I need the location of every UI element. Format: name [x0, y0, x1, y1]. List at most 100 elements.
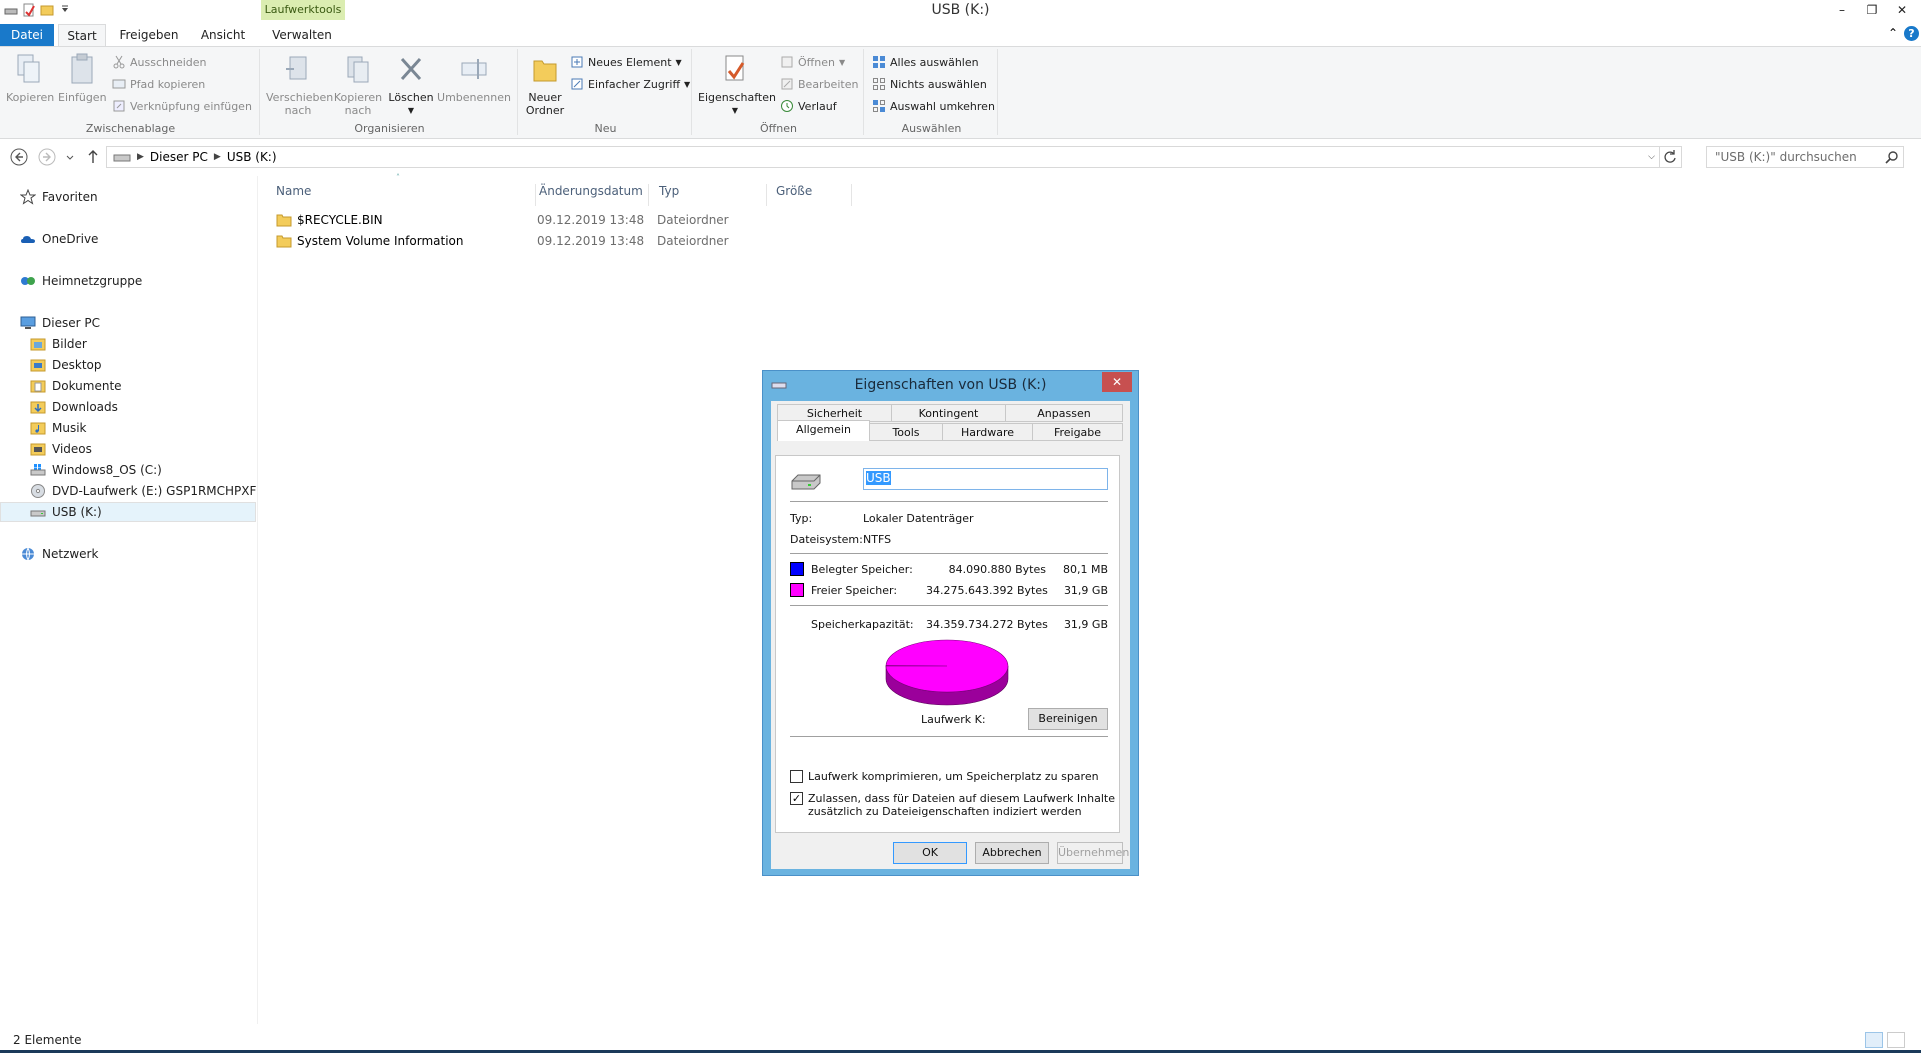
- nav-dokumente[interactable]: Dokumente: [0, 376, 256, 396]
- dialog-close-button[interactable]: ✕: [1102, 372, 1132, 392]
- tab-freigeben[interactable]: Freigeben: [112, 24, 186, 46]
- recent-locations-icon[interactable]: [64, 148, 76, 166]
- nav-downloads[interactable]: Downloads: [0, 397, 256, 417]
- drive-name-input[interactable]: USB: [863, 468, 1108, 490]
- new-folder-button[interactable]: Neuer Ordner: [524, 53, 566, 117]
- nav-windows8-os[interactable]: Windows8_OS (C:): [0, 460, 256, 480]
- folder-icon: [276, 235, 292, 248]
- new-item-button[interactable]: Neues Element ▼: [570, 55, 682, 69]
- drive-icon[interactable]: [4, 3, 18, 17]
- properties-icon[interactable]: [22, 3, 36, 17]
- general-tab-panel: USB Typ: Lokaler Datenträger Dateisystem…: [775, 455, 1120, 833]
- nav-musik[interactable]: Musik: [0, 418, 256, 438]
- nav-label-favoriten: Favoriten: [42, 190, 98, 204]
- nav-onedrive[interactable]: OneDrive: [0, 229, 256, 249]
- search-input[interactable]: "USB (K:)" durchsuchen: [1706, 146, 1904, 168]
- details-view-icon[interactable]: [1865, 1032, 1883, 1048]
- tab-ansicht[interactable]: Ansicht: [192, 24, 254, 46]
- compress-checkbox[interactable]: [790, 770, 803, 783]
- breadcrumb-dieser-pc[interactable]: Dieser PC: [150, 150, 208, 164]
- file-row[interactable]: System Volume Information 09.12.2019 13:…: [262, 231, 962, 251]
- nav-videos[interactable]: Videos: [0, 439, 256, 459]
- paste-shortcut-button[interactable]: Verknüpfung einfügen: [112, 99, 252, 113]
- select-none-button[interactable]: Nichts auswählen: [872, 77, 987, 91]
- close-window-button[interactable]: ✕: [1887, 0, 1917, 20]
- collapse-ribbon-icon[interactable]: ⌃: [1888, 26, 1898, 41]
- tab-allgemein[interactable]: Allgemein: [777, 420, 870, 441]
- dialog-title-bar[interactable]: Eigenschaften von USB (K:) ✕: [763, 371, 1138, 399]
- nav-usb-k[interactable]: USB (K:): [0, 502, 256, 522]
- tab-anpassen[interactable]: Anpassen: [1005, 404, 1123, 422]
- nav-favoriten[interactable]: Favoriten: [0, 187, 256, 207]
- nav-desktop[interactable]: Desktop: [0, 355, 256, 375]
- nav-heimnetzgruppe[interactable]: Heimnetzgruppe: [0, 271, 256, 291]
- back-icon[interactable]: [10, 148, 28, 166]
- breadcrumb-separator-icon[interactable]: ▶: [214, 152, 221, 162]
- cut-button[interactable]: Ausschneiden: [112, 55, 207, 69]
- select-all-button[interactable]: Alles auswählen: [872, 55, 979, 69]
- breadcrumb-separator-icon[interactable]: ▶: [137, 152, 144, 162]
- tab-hardware[interactable]: Hardware: [942, 423, 1033, 441]
- paste-button[interactable]: Einfügen: [58, 53, 107, 104]
- chevron-down-icon[interactable]: [58, 3, 72, 17]
- invert-selection-button[interactable]: Auswahl umkehren: [872, 99, 995, 113]
- free-space-label: Freier Speicher:: [811, 584, 898, 597]
- tab-verwalten[interactable]: Verwalten: [264, 24, 340, 46]
- group-label-auswaehlen: Auswählen: [901, 122, 962, 135]
- group-neu: Neuer Ordner Neues Element ▼ Einfacher Zu…: [520, 49, 692, 135]
- history-button[interactable]: Verlauf: [780, 99, 837, 113]
- cleanup-button[interactable]: Bereinigen: [1028, 708, 1108, 730]
- file-row[interactable]: $RECYCLE.BIN 09.12.2019 13:48 Dateiordne…: [262, 210, 962, 230]
- minimize-button[interactable]: –: [1827, 0, 1857, 20]
- easy-access-button[interactable]: Einfacher Zugriff ▼: [570, 77, 690, 91]
- nav-bilder[interactable]: Bilder: [0, 334, 256, 354]
- search-icon[interactable]: [1885, 150, 1899, 164]
- edit-button[interactable]: Bearbeiten: [780, 77, 858, 91]
- tab-tools[interactable]: Tools: [869, 423, 943, 441]
- apply-button[interactable]: Übernehmen: [1057, 842, 1129, 864]
- scissors-icon: [113, 55, 125, 69]
- address-bar[interactable]: ▶ Dieser PC ▶ USB (K:) ⌵: [106, 146, 1660, 168]
- status-bar: 2 Elemente: [0, 1029, 1921, 1051]
- new-folder-label-2: Ordner: [525, 104, 565, 117]
- large-icons-view-icon[interactable]: [1887, 1032, 1905, 1048]
- tab-kontingent[interactable]: Kontingent: [891, 404, 1006, 422]
- nav-dvd-laufwerk[interactable]: DVD-Laufwerk (E:) GSP1RMCHPXFRER_: [0, 481, 256, 501]
- properties-button[interactable]: Eigenschaften ▼: [698, 53, 776, 117]
- refresh-button[interactable]: [1660, 146, 1682, 168]
- usb-drive-icon: [30, 510, 46, 517]
- open-button[interactable]: Öffnen ▼: [780, 55, 845, 69]
- help-icon[interactable]: ?: [1904, 26, 1919, 41]
- nav-dieser-pc[interactable]: Dieser PC: [0, 313, 256, 333]
- copy-path-button[interactable]: Pfad kopieren: [112, 77, 205, 91]
- nav-netzwerk[interactable]: Netzwerk: [0, 544, 256, 564]
- address-history-chevron-icon[interactable]: ⌵: [1648, 152, 1655, 162]
- column-header-type[interactable]: Typ: [657, 184, 767, 206]
- breadcrumb-usb[interactable]: USB (K:): [227, 150, 277, 164]
- cancel-button[interactable]: Abbrechen: [975, 842, 1049, 864]
- tab-datei[interactable]: Datei: [0, 24, 54, 46]
- delete-button[interactable]: Löschen ▼: [388, 53, 434, 117]
- file-date: 09.12.2019 13:48: [537, 213, 645, 227]
- copy-to-button[interactable]: Kopieren nach: [332, 53, 384, 117]
- drive-icon: [113, 154, 131, 162]
- copy-button[interactable]: Kopieren: [6, 53, 54, 104]
- tab-start[interactable]: Start: [58, 24, 106, 46]
- restore-button[interactable]: ❐: [1857, 0, 1887, 20]
- delete-dropdown-icon[interactable]: ▼: [388, 104, 434, 117]
- column-header-size[interactable]: Größe: [774, 184, 852, 206]
- move-to-button[interactable]: Verschieben nach: [266, 53, 333, 117]
- new-folder-icon[interactable]: [40, 3, 54, 17]
- ok-button[interactable]: OK: [893, 842, 967, 864]
- column-header-date[interactable]: Änderungsdatum: [537, 184, 649, 206]
- column-header-name[interactable]: Name: [276, 184, 536, 206]
- up-arrow-icon[interactable]: [86, 148, 100, 166]
- forward-icon[interactable]: [38, 148, 56, 166]
- open-label: Öffnen: [798, 55, 835, 69]
- properties-dropdown-icon[interactable]: ▼: [698, 104, 772, 117]
- rename-button[interactable]: Umbenennen: [436, 53, 512, 104]
- tab-freigabe[interactable]: Freigabe: [1032, 423, 1123, 441]
- index-checkbox[interactable]: ✓: [790, 792, 803, 805]
- navigation-bar: ▶ Dieser PC ▶ USB (K:) ⌵ "USB (K:)" durc…: [0, 142, 1921, 172]
- nav-label-windows8-os: Windows8_OS (C:): [52, 463, 162, 477]
